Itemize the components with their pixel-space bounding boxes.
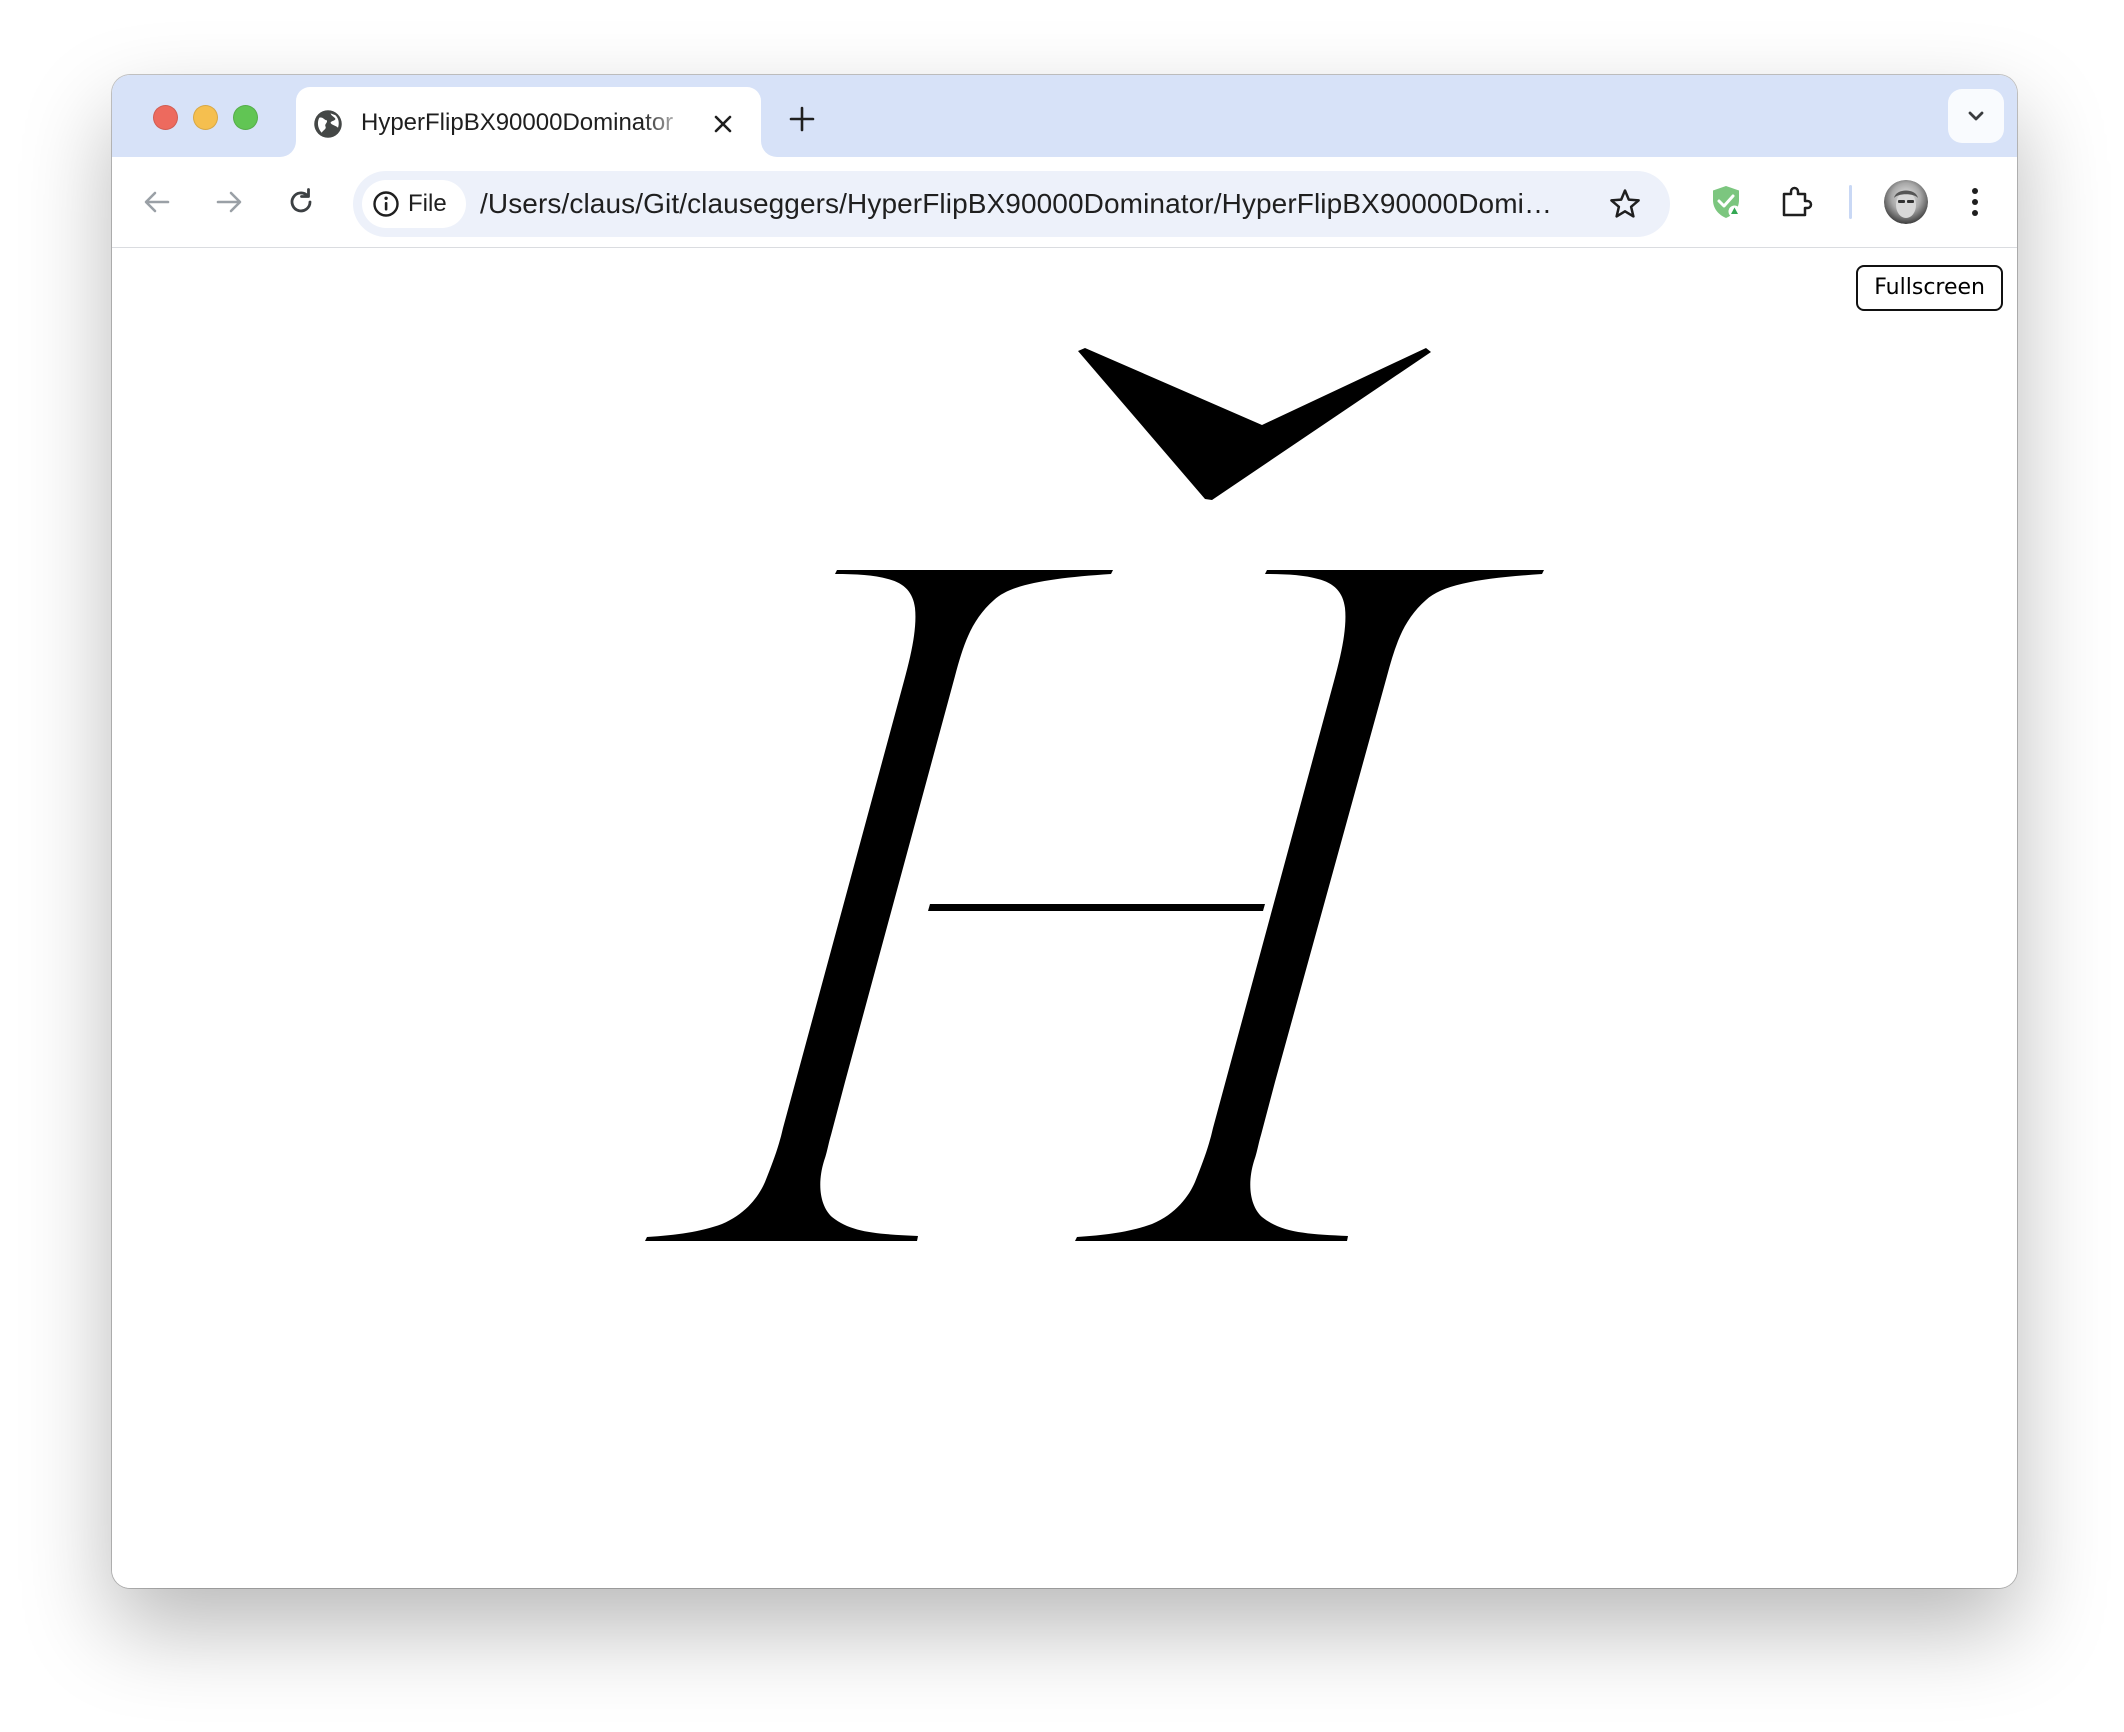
star-icon[interactable] — [1608, 187, 1642, 221]
chevron-down-icon — [1968, 111, 1984, 121]
tab-search-button[interactable] — [1948, 89, 2004, 143]
avatar-image — [1884, 180, 1928, 224]
back-button[interactable] — [137, 182, 177, 222]
arrow-left-icon — [144, 191, 170, 213]
window-minimize-button[interactable] — [193, 105, 218, 130]
shield-extension-button[interactable] — [1704, 180, 1748, 224]
site-info-label: File — [408, 190, 447, 217]
accent-mark — [1078, 348, 1431, 500]
crossbar — [928, 904, 1265, 911]
extensions-button[interactable] — [1776, 182, 1816, 222]
tab-title: HyperFlipBX90000Dominator — [361, 109, 674, 136]
glyph-canvas — [645, 348, 1544, 1241]
tab-close-icon[interactable] — [708, 109, 738, 139]
new-tab-button[interactable] — [785, 102, 819, 136]
glyph-short-i — [645, 348, 1544, 1241]
puzzle-icon — [1782, 186, 1813, 217]
address-bar[interactable]: File /Users/claus/Git/clauseggers/HyperF… — [353, 171, 1670, 237]
reload-icon — [290, 188, 312, 213]
url-text[interactable]: /Users/claus/Git/clauseggers/HyperFlipBX… — [480, 187, 1560, 221]
menu-button[interactable] — [1955, 182, 1995, 222]
plus-icon — [789, 106, 815, 132]
profile-avatar[interactable] — [1884, 180, 1928, 224]
reload-button[interactable] — [281, 182, 321, 222]
shield-icon — [1713, 186, 1741, 218]
arrow-right-icon — [216, 191, 242, 213]
site-info-chip[interactable]: File — [362, 180, 466, 228]
kebab-menu-icon — [1972, 188, 1978, 216]
window-maximize-button[interactable] — [233, 105, 258, 130]
browser-window: HyperFlipBX90000Dominator File /Users/cl… — [112, 75, 2017, 1588]
globe-icon — [314, 110, 342, 138]
tab-active[interactable]: HyperFlipBX90000Dominator — [296, 87, 761, 157]
window-close-button[interactable] — [153, 105, 178, 130]
tab-strip: HyperFlipBX90000Dominator — [112, 75, 2017, 157]
toolbar-divider — [1849, 185, 1852, 219]
toolbar: File /Users/claus/Git/clauseggers/HyperF… — [112, 157, 2017, 248]
page-content: Fullscreen — [112, 248, 2017, 1588]
forward-button[interactable] — [209, 182, 249, 222]
info-icon — [373, 191, 399, 217]
